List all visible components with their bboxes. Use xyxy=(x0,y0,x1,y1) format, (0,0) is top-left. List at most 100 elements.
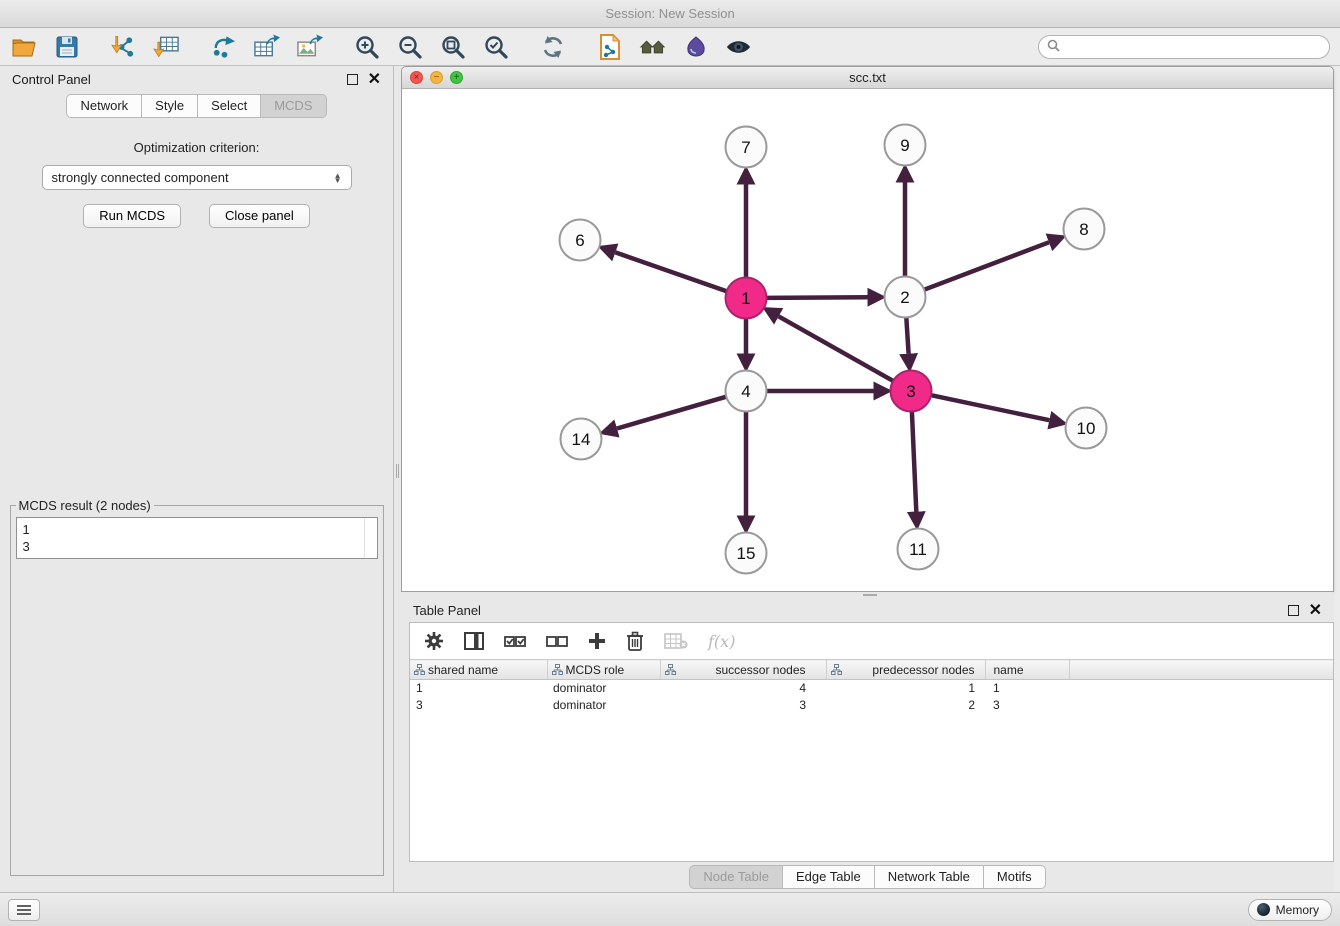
result-scrollbar[interactable] xyxy=(364,518,377,558)
run-mcds-button[interactable]: Run MCDS xyxy=(83,204,181,228)
table-cell[interactable]: 1 xyxy=(826,680,985,697)
table-cell[interactable]: 4 xyxy=(660,680,826,697)
graph-node-15[interactable]: 15 xyxy=(726,533,767,574)
show-panel-button[interactable] xyxy=(8,899,40,921)
result-item[interactable]: 1 xyxy=(23,521,358,538)
search-field[interactable] xyxy=(1038,35,1330,59)
tab-mcds[interactable]: MCDS xyxy=(260,94,326,118)
search-input[interactable] xyxy=(1066,39,1321,54)
graph-node-14[interactable]: 14 xyxy=(561,419,602,460)
import-table-icon[interactable] xyxy=(153,33,180,60)
column-header-predecessor-nodes[interactable]: predecessor nodes xyxy=(826,660,985,680)
graph-edge-3-10[interactable] xyxy=(931,395,1049,420)
zoom-out-icon[interactable] xyxy=(396,33,423,60)
delete-column-trash-icon[interactable] xyxy=(626,629,644,653)
graph-edge-2-3[interactable] xyxy=(906,318,908,354)
network-canvas[interactable]: 1 2 3 4 6 7 8 9 10 11 14 15 xyxy=(402,89,1333,591)
table-settings-gear-icon[interactable] xyxy=(424,629,444,653)
column-chooser-icon[interactable] xyxy=(464,629,484,653)
svg-text:6: 6 xyxy=(575,231,584,250)
tab-edge-table[interactable]: Edge Table xyxy=(782,865,874,889)
select-all-columns-icon[interactable] xyxy=(504,629,526,653)
refresh-icon[interactable] xyxy=(539,33,566,60)
network-window-titlebar[interactable]: × − + scc.txt xyxy=(402,67,1333,89)
node-table-body: 1dominator4113dominator323 xyxy=(410,680,1333,714)
memory-button[interactable]: Memory xyxy=(1248,899,1332,921)
export-network-icon[interactable] xyxy=(210,33,237,60)
table-panel-tabs: Node Table Edge Table Network Table Moti… xyxy=(401,862,1334,892)
criterion-dropdown[interactable]: strongly connected component ▲▼ xyxy=(42,165,352,190)
import-network-icon[interactable] xyxy=(110,33,137,60)
open-session-icon[interactable] xyxy=(10,33,37,60)
tab-motifs[interactable]: Motifs xyxy=(983,865,1046,889)
export-table-icon[interactable] xyxy=(253,33,280,60)
table-cell[interactable]: 3 xyxy=(410,697,547,714)
table-cell[interactable]: 1 xyxy=(410,680,547,697)
tab-network[interactable]: Network xyxy=(66,94,141,118)
network-window: × − + scc.txt 1 2 3 4 6 7 8 9 10 11 14 15 xyxy=(401,66,1334,592)
window-zoom-button[interactable]: + xyxy=(450,71,463,84)
table-row[interactable]: 1dominator411 xyxy=(410,680,1333,697)
column-header-successor-nodes[interactable]: successor nodes xyxy=(660,660,826,680)
zoom-selected-icon[interactable] xyxy=(482,33,509,60)
column-header-mcds-role[interactable]: MCDS role xyxy=(547,660,660,680)
node-table: shared name MCDS role successor nodes xyxy=(410,659,1333,714)
horizontal-splitter[interactable] xyxy=(401,592,1334,598)
style-brush-icon[interactable] xyxy=(682,33,709,60)
graph-node-11[interactable]: 11 xyxy=(898,529,939,570)
unselect-all-columns-icon[interactable] xyxy=(546,629,568,653)
window-minimize-button[interactable]: − xyxy=(430,71,443,84)
graph-edge-2-8[interactable] xyxy=(924,242,1049,289)
table-cell[interactable]: 3 xyxy=(660,697,826,714)
graph-node-1[interactable]: 1 xyxy=(726,278,767,319)
graph-edge-4-14[interactable] xyxy=(617,397,726,429)
tab-node-table[interactable]: Node Table xyxy=(689,865,782,889)
table-cell[interactable]: 3 xyxy=(985,697,1069,714)
window-close-button[interactable]: × xyxy=(410,71,423,84)
zoom-fit-icon[interactable] xyxy=(439,33,466,60)
save-session-icon[interactable] xyxy=(53,33,80,60)
graph-edge-3-1[interactable] xyxy=(779,316,893,381)
svg-text:14: 14 xyxy=(572,430,591,449)
eye-icon[interactable] xyxy=(725,33,752,60)
network-home-icon[interactable] xyxy=(639,33,666,60)
graph-edge-3-11[interactable] xyxy=(912,412,916,512)
graph-node-4[interactable]: 4 xyxy=(726,371,767,412)
tab-network-table[interactable]: Network Table xyxy=(874,865,983,889)
close-table-panel-icon[interactable]: ✕ xyxy=(1309,605,1322,616)
tab-style[interactable]: Style xyxy=(141,94,197,118)
graph-node-8[interactable]: 8 xyxy=(1064,209,1105,250)
list-icon xyxy=(16,904,32,916)
table-cell[interactable]: 1 xyxy=(985,680,1069,697)
graph-edge-1-2[interactable] xyxy=(767,297,868,298)
float-table-panel-icon[interactable] xyxy=(1288,605,1299,616)
zoom-in-icon[interactable] xyxy=(353,33,380,60)
clone-network-icon[interactable] xyxy=(596,33,623,60)
graph-node-6[interactable]: 6 xyxy=(560,220,601,261)
float-panel-icon[interactable] xyxy=(347,74,358,85)
result-item[interactable]: 3 xyxy=(23,538,358,555)
export-image-icon[interactable] xyxy=(296,33,323,60)
graph-node-9[interactable]: 9 xyxy=(885,125,926,166)
table-cell[interactable]: dominator xyxy=(547,697,660,714)
graph-node-3[interactable]: 3 xyxy=(891,371,932,412)
graph-node-7[interactable]: 7 xyxy=(726,127,767,168)
vertical-splitter[interactable] xyxy=(394,66,401,892)
graph-node-10[interactable]: 10 xyxy=(1066,408,1107,449)
search-icon xyxy=(1047,39,1060,55)
table-cell[interactable]: dominator xyxy=(547,680,660,697)
close-panel-button[interactable]: Close panel xyxy=(209,204,310,228)
tab-select[interactable]: Select xyxy=(197,94,260,118)
mcds-result-list[interactable]: 1 3 xyxy=(16,517,378,559)
graph-node-2[interactable]: 2 xyxy=(885,277,926,318)
add-column-icon[interactable] xyxy=(588,629,606,653)
column-header-name[interactable]: name xyxy=(985,660,1069,680)
network-view[interactable]: 1 2 3 4 6 7 8 9 10 11 14 15 xyxy=(402,89,1333,591)
column-header-shared-name[interactable]: shared name xyxy=(410,660,547,680)
table-row[interactable]: 3dominator323 xyxy=(410,697,1333,714)
table-cell[interactable]: 2 xyxy=(826,697,985,714)
table-panel: Table Panel ✕ xyxy=(401,598,1334,892)
close-panel-icon[interactable]: ✕ xyxy=(368,74,381,85)
graph-edge-1-6[interactable] xyxy=(615,252,726,291)
svg-text:15: 15 xyxy=(737,544,756,563)
